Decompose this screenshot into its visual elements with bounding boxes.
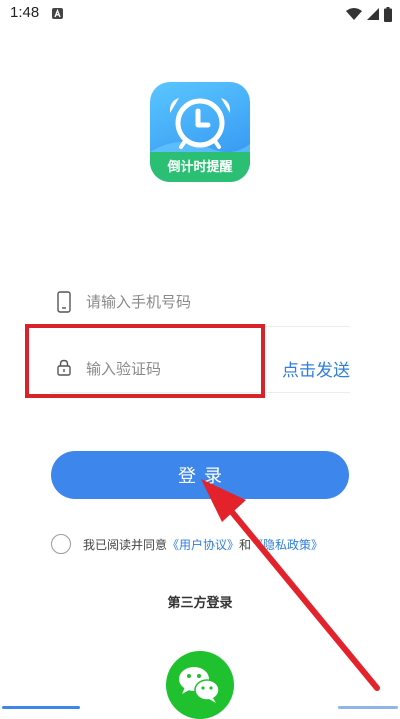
- send-code-button[interactable]: 点击发送: [282, 356, 350, 381]
- user-agreement-link[interactable]: 《用户协议》: [167, 538, 239, 552]
- agreement-text: 我已阅读并同意《用户协议》和《隐私政策》: [83, 536, 323, 553]
- phone-input[interactable]: [86, 288, 336, 316]
- logo-label: 倒计时提醒: [167, 160, 233, 175]
- wifi-icon: [346, 7, 362, 21]
- signal-icon: [366, 7, 380, 21]
- status-bar: 1:48: [0, 0, 400, 28]
- app-logo: 倒计时提醒: [150, 82, 250, 182]
- privacy-policy-link[interactable]: 《隐私政策》: [251, 538, 323, 552]
- agreement-conjunction: 和: [239, 538, 252, 552]
- a-square-icon: [52, 8, 63, 19]
- bottom-scroll-hint: [0, 706, 400, 711]
- bottom-hint-right: [338, 706, 398, 709]
- status-icons: [346, 6, 392, 22]
- login-button[interactable]: 登录: [51, 451, 349, 499]
- third-party-title: 第三方登录: [167, 596, 233, 611]
- phone-field-row: [50, 280, 350, 327]
- bottom-hint-left: [2, 706, 80, 709]
- annotation-highlight-box: [25, 324, 265, 398]
- phone-icon: [57, 291, 71, 317]
- agreement-checkbox[interactable]: [51, 534, 71, 554]
- status-time: 1:48: [10, 4, 40, 21]
- battery-icon: [384, 6, 392, 22]
- agreement-prefix: 我已阅读并同意: [83, 538, 168, 552]
